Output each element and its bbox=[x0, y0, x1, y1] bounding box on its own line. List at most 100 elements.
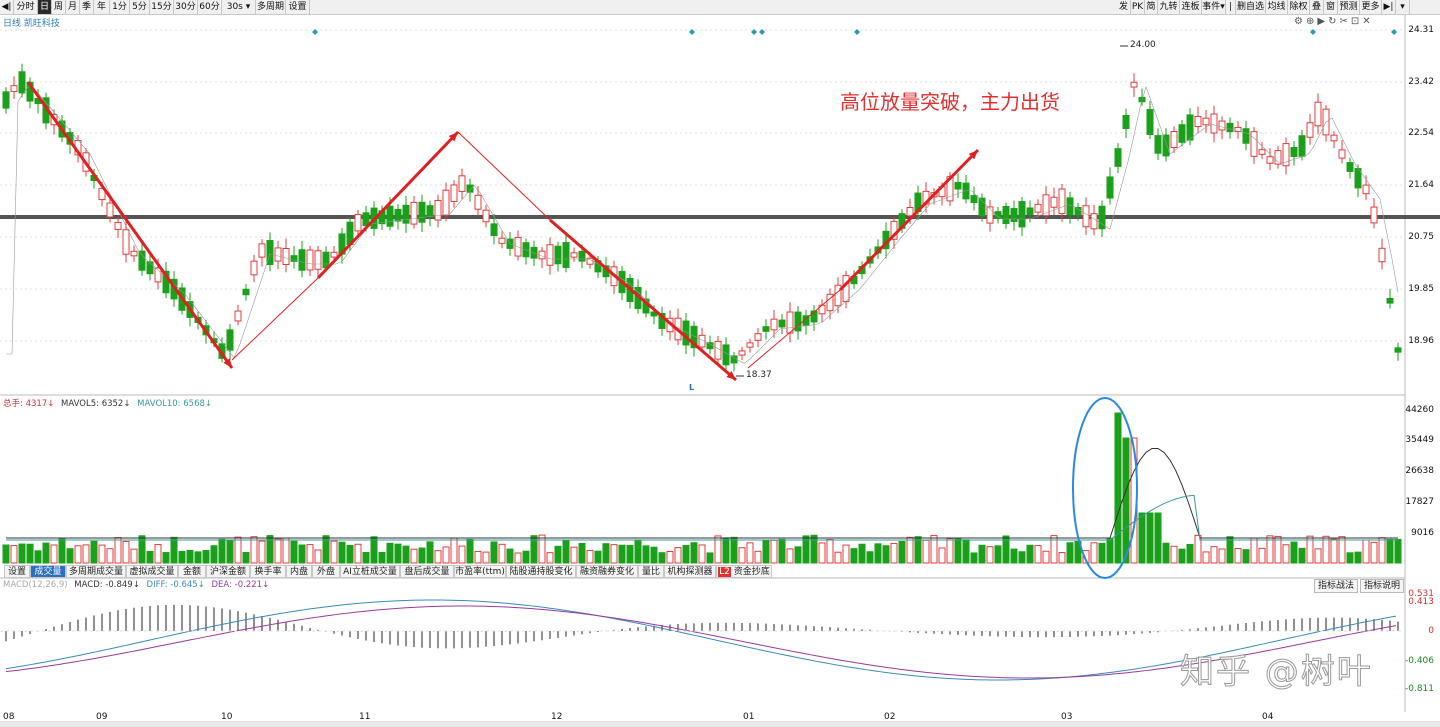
volume-bar bbox=[410, 548, 418, 564]
volume-bar bbox=[562, 540, 570, 564]
tab-margin-change[interactable]: 融资融券变化 bbox=[576, 565, 638, 578]
tab-after-hours-volume[interactable]: 盘后成交量 bbox=[400, 565, 454, 578]
candle-body bbox=[1002, 205, 1010, 225]
macd-tick: 0.413 bbox=[1408, 597, 1434, 607]
volume-bar bbox=[722, 537, 730, 564]
candle-body bbox=[730, 355, 738, 364]
volume-bar bbox=[674, 547, 682, 564]
candle-body bbox=[1242, 128, 1250, 144]
volume-ma10: MAVOL10: 6568↓ bbox=[137, 399, 213, 409]
candle-body bbox=[314, 250, 322, 270]
volume-bar bbox=[1178, 548, 1186, 564]
tab-bottom-fishing-label: 资金抄底 bbox=[733, 567, 770, 577]
price-tick: 18.96 bbox=[1408, 336, 1434, 346]
volume-bar bbox=[394, 543, 402, 564]
tab-northbound-holdings[interactable]: 陆股通持股变化 bbox=[506, 565, 576, 578]
tab-volume[interactable]: 成交量 bbox=[30, 565, 66, 578]
tab-bottom-fishing[interactable]: L2 资金抄底 bbox=[716, 565, 772, 578]
volume-tick: 44260 bbox=[1405, 405, 1434, 415]
tab-institution-detector[interactable]: 机构探测器 bbox=[664, 565, 716, 578]
indicator-strategy-button[interactable]: 指标战法 bbox=[1314, 579, 1359, 593]
candle-body bbox=[1186, 114, 1194, 141]
candle-body bbox=[578, 250, 586, 262]
tab-sh-sz-amount[interactable]: 沪深金额 bbox=[206, 565, 250, 578]
watermark: 知乎 @树叶 bbox=[1180, 652, 1373, 693]
candle-body bbox=[762, 326, 770, 332]
volume-bar bbox=[602, 543, 610, 564]
volume-bar bbox=[594, 550, 602, 564]
candle-body bbox=[1130, 81, 1138, 88]
candle-body bbox=[474, 194, 482, 210]
volume-bar bbox=[1218, 548, 1226, 564]
volume-bar bbox=[474, 550, 482, 564]
volume-bar bbox=[1386, 538, 1394, 564]
volume-bar bbox=[666, 550, 674, 564]
price-tick: 19.85 bbox=[1408, 284, 1434, 294]
volume-bar bbox=[354, 543, 362, 564]
volume-bar bbox=[986, 546, 994, 564]
volume-bar bbox=[146, 550, 154, 564]
event-marker bbox=[312, 29, 318, 35]
tab-amount[interactable]: 金额 bbox=[178, 565, 206, 578]
volume-bar bbox=[482, 551, 490, 564]
candle-body bbox=[402, 204, 410, 224]
candle-body bbox=[258, 243, 266, 258]
candle-body bbox=[1394, 347, 1402, 353]
volume-bar bbox=[922, 539, 930, 564]
tab-outer-volume[interactable]: 外盘 bbox=[312, 565, 340, 578]
volume-total: 总手: 4317↓ bbox=[3, 399, 55, 409]
dea-value: DEA: -0.221↓ bbox=[211, 580, 270, 590]
volume-bar bbox=[1114, 412, 1122, 564]
tab-virtual-volume[interactable]: 虚拟成交量 bbox=[126, 565, 178, 578]
candle-body bbox=[242, 288, 250, 296]
volume-bar bbox=[162, 552, 170, 564]
candle-body bbox=[1010, 208, 1018, 222]
volume-bar bbox=[362, 552, 370, 564]
event-marker bbox=[854, 29, 860, 35]
stock-chart[interactable] bbox=[0, 0, 1440, 727]
indicator-help-button[interactable]: 指标说明 bbox=[1360, 579, 1405, 593]
tab-turnover[interactable]: 换手率 bbox=[250, 565, 286, 578]
volume-bar bbox=[66, 548, 74, 564]
trend-arrow bbox=[26, 81, 234, 369]
volume-bar bbox=[82, 544, 90, 564]
candle-body bbox=[114, 222, 122, 230]
trend-line bbox=[457, 131, 551, 221]
event-marker bbox=[759, 29, 765, 35]
candle-body bbox=[1370, 206, 1378, 224]
volume-bar bbox=[1106, 537, 1114, 564]
tab-pe-ttm[interactable]: 市盈率(ttm) bbox=[454, 565, 506, 578]
volume-bar bbox=[954, 538, 962, 564]
volume-bar bbox=[786, 548, 794, 564]
candle-body bbox=[138, 250, 146, 271]
volume-ma5: MAVOL5: 6352↓ bbox=[61, 399, 131, 409]
candle-body bbox=[770, 318, 778, 331]
candle-body bbox=[1018, 201, 1026, 228]
volume-bar bbox=[1330, 538, 1338, 564]
candle-body bbox=[778, 319, 786, 328]
candle-body bbox=[1178, 124, 1186, 143]
tab-volume-ratio[interactable]: 量比 bbox=[638, 565, 664, 578]
volume-bar bbox=[218, 538, 226, 564]
macd-tick: -0.811 bbox=[1404, 684, 1434, 694]
candle-body bbox=[794, 311, 802, 332]
volume-bar bbox=[34, 550, 42, 564]
price-tick: 20.75 bbox=[1408, 232, 1434, 242]
volume-tick: 35449 bbox=[1405, 435, 1434, 445]
tab-ai-volume[interactable]: AI立桩成交量 bbox=[340, 565, 400, 578]
macd-value: MACD: -0.849↓ bbox=[74, 580, 140, 590]
tab-inner-volume[interactable]: 内盘 bbox=[286, 565, 312, 578]
tab-multi-period-volume[interactable]: 多周期成交量 bbox=[66, 565, 126, 578]
volume-bar bbox=[314, 549, 322, 564]
candle-body bbox=[10, 85, 18, 92]
candle-body bbox=[1330, 134, 1338, 142]
volume-bar bbox=[738, 547, 746, 564]
volume-bar bbox=[378, 551, 386, 564]
candle-body bbox=[954, 181, 962, 190]
volume-bar bbox=[210, 545, 218, 564]
tab-settings[interactable]: 设置 bbox=[4, 565, 30, 578]
volume-bar bbox=[1226, 536, 1234, 564]
volume-ma10-line bbox=[6, 494, 1398, 541]
volume-bar bbox=[1378, 537, 1386, 564]
candle-body bbox=[1026, 207, 1034, 216]
